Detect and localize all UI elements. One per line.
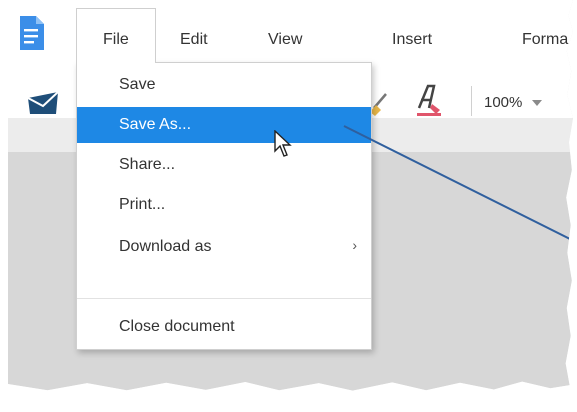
app-window: File Edit View Insert Forma 100% Save Sa… (8, 0, 573, 391)
screenshot-frame: File Edit View Insert Forma 100% Save Sa… (8, 0, 573, 391)
mouse-pointer-icon (274, 130, 292, 157)
callout-line (343, 125, 573, 249)
